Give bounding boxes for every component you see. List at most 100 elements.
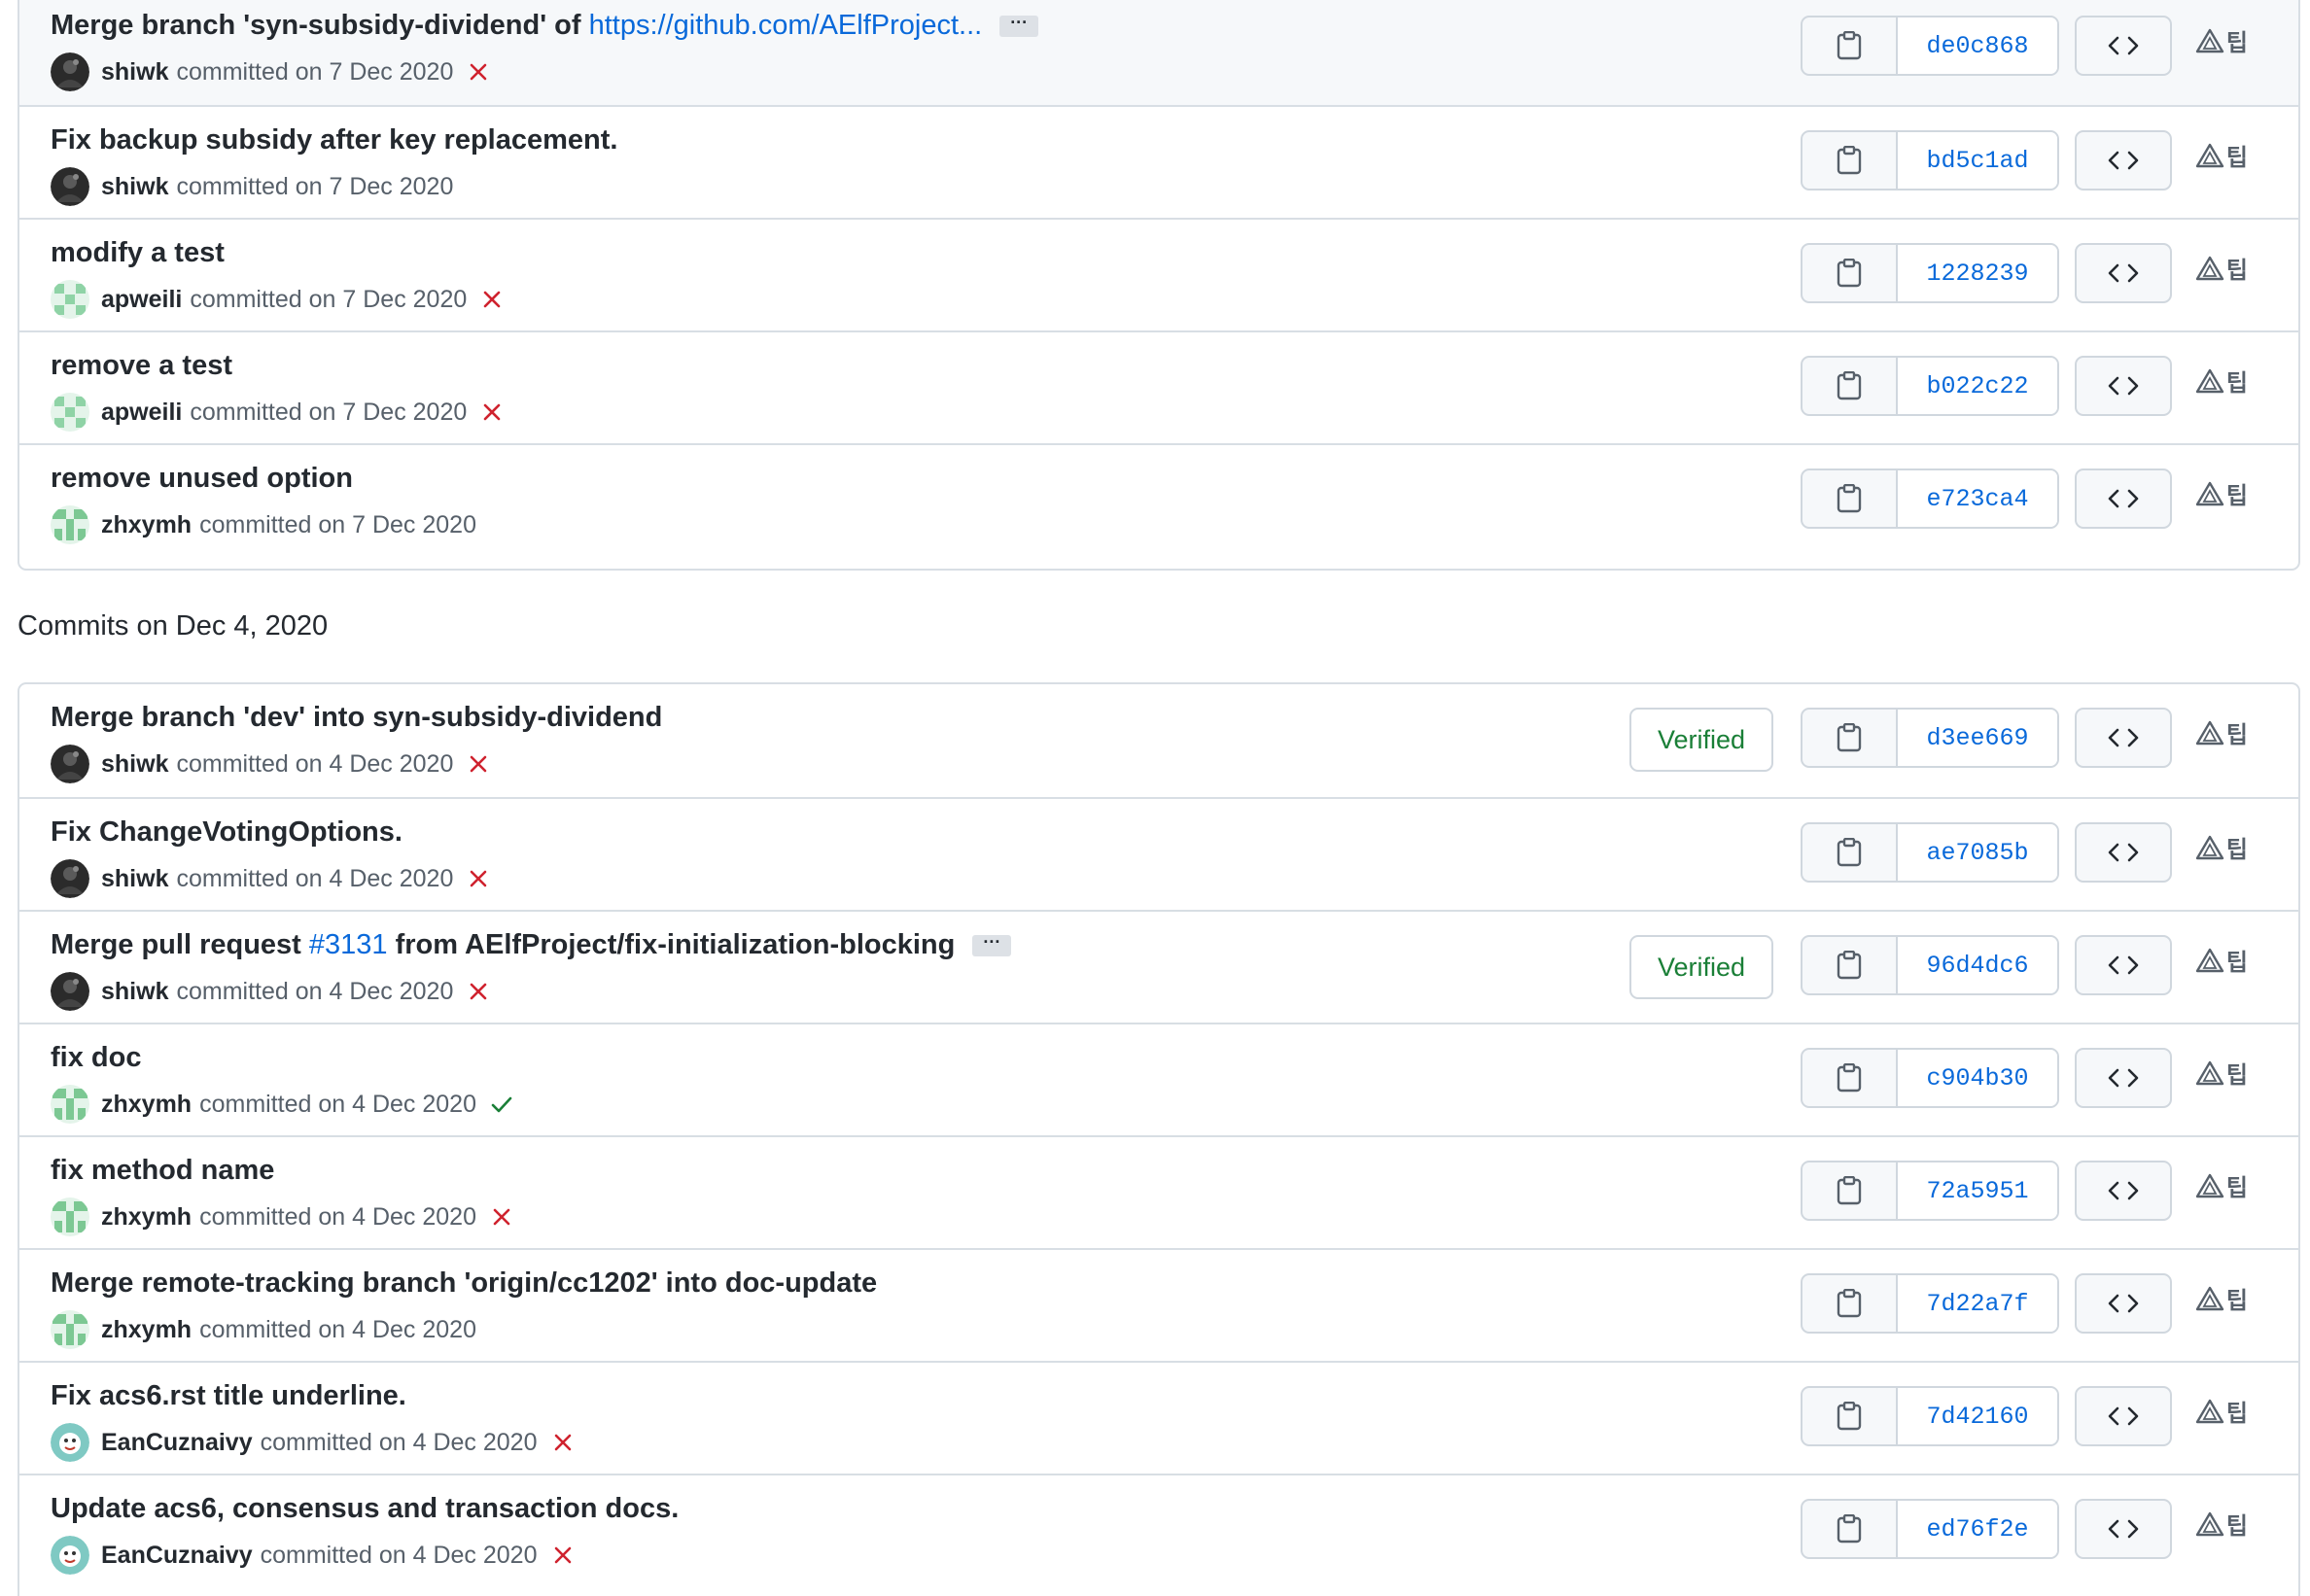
browse-repo-button[interactable] [2075,1386,2172,1446]
commit-title[interactable]: Merge branch 'syn-subsidy-dividend' of [51,10,581,42]
copy-sha-button[interactable] [1802,245,1898,301]
x-icon[interactable] [467,60,490,84]
commit-title[interactable]: Merge branch 'dev' into syn-subsidy-divi… [51,702,662,734]
extension-icon[interactable]: 팁 [2195,23,2248,57]
commit-author[interactable]: zhxymh [101,1316,192,1344]
browse-repo-button[interactable] [2075,1048,2172,1108]
commit-author[interactable]: shiwk [101,173,168,201]
avatar[interactable] [51,1085,89,1124]
commit-sha-link[interactable]: ed76f2e [1898,1501,2057,1557]
copy-sha-button[interactable] [1802,132,1898,189]
commit-title[interactable]: Fix ChangeVotingOptions. [51,816,402,849]
commit-sha-link[interactable]: 96d4dc6 [1898,937,2057,993]
avatar[interactable] [51,1536,89,1575]
commit-title[interactable]: remove a test [51,350,232,382]
copy-sha-button[interactable] [1802,937,1898,993]
pull-request-link[interactable]: #3131 [309,929,388,961]
browse-repo-button[interactable] [2075,935,2172,995]
extension-icon[interactable]: 팁 [2195,364,2248,398]
avatar[interactable] [51,972,89,1011]
x-icon[interactable] [480,400,504,424]
commit-author[interactable]: apweili [101,286,182,314]
browse-repo-button[interactable] [2075,822,2172,883]
commit-title[interactable]: modify a test [51,237,225,269]
commit-sha-link[interactable]: c904b30 [1898,1050,2057,1106]
commit-sha-link[interactable]: de0c868 [1898,17,2057,74]
extension-icon[interactable]: 팁 [2195,943,2248,977]
avatar[interactable] [51,1310,89,1349]
copy-sha-button[interactable] [1802,710,1898,766]
extension-icon[interactable]: 팁 [2195,1168,2248,1202]
commit-author[interactable]: zhxymh [101,511,192,539]
copy-sha-button[interactable] [1802,1050,1898,1106]
browse-repo-button[interactable] [2075,468,2172,529]
x-icon[interactable] [480,288,504,311]
copy-sha-button[interactable] [1802,1501,1898,1557]
extension-icon[interactable]: 팁 [2195,715,2248,749]
copy-sha-button[interactable] [1802,1275,1898,1332]
commit-title-suffix[interactable]: from AElfProject/fix-initialization-bloc… [396,929,956,961]
browse-repo-button[interactable] [2075,1499,2172,1559]
verified-badge[interactable]: Verified [1629,935,1773,999]
commit-author[interactable]: shiwk [101,978,168,1006]
extension-icon[interactable]: 팁 [2195,1507,2248,1541]
commit-title[interactable]: fix method name [51,1155,274,1187]
commit-sha-link[interactable]: e723ca4 [1898,470,2057,527]
x-icon[interactable] [467,980,490,1003]
browse-repo-button[interactable] [2075,243,2172,303]
browse-repo-button[interactable] [2075,1273,2172,1334]
commit-sha-link[interactable]: d3ee669 [1898,710,2057,766]
commit-sha-link[interactable]: b022c22 [1898,358,2057,414]
avatar[interactable] [51,393,89,432]
extension-icon[interactable]: 팁 [2195,1056,2248,1090]
commit-author[interactable]: apweili [101,399,182,427]
commit-sha-link[interactable]: bd5c1ad [1898,132,2057,189]
commit-title[interactable]: fix doc [51,1042,141,1074]
browse-repo-button[interactable] [2075,708,2172,768]
extension-icon[interactable]: 팁 [2195,1394,2248,1428]
browse-repo-button[interactable] [2075,1161,2172,1221]
extension-icon[interactable]: 팁 [2195,251,2248,285]
x-icon[interactable] [551,1544,575,1567]
commit-title[interactable]: Update acs6, consensus and transaction d… [51,1493,679,1525]
copy-sha-button[interactable] [1802,1388,1898,1444]
kebab-horizontal-icon[interactable]: ··· [999,14,1039,37]
commit-sha-link[interactable]: 7d22a7f [1898,1275,2057,1332]
commit-title[interactable]: Fix backup subsidy after key replacement… [51,124,617,156]
commit-author[interactable]: shiwk [101,750,168,779]
extension-icon[interactable]: 팁 [2195,830,2248,864]
copy-sha-button[interactable] [1802,1162,1898,1219]
extension-icon[interactable]: 팁 [2195,138,2248,172]
browse-repo-button[interactable] [2075,130,2172,191]
avatar[interactable] [51,52,89,91]
verified-badge[interactable]: Verified [1629,708,1773,772]
commit-author[interactable]: EanCuznaivy [101,1542,253,1570]
x-icon[interactable] [467,867,490,890]
commit-author[interactable]: shiwk [101,865,168,893]
commit-sha-link[interactable]: 72a5951 [1898,1162,2057,1219]
copy-sha-button[interactable] [1802,17,1898,74]
commit-sha-link[interactable]: 1228239 [1898,245,2057,301]
check-icon[interactable] [490,1093,513,1116]
commit-author[interactable]: EanCuznaivy [101,1429,253,1457]
browse-repo-button[interactable] [2075,356,2172,416]
avatar[interactable] [51,167,89,206]
avatar[interactable] [51,1197,89,1236]
commit-title[interactable]: Merge remote-tracking branch 'origin/cc1… [51,1267,877,1300]
extension-icon[interactable]: 팁 [2195,1281,2248,1315]
commit-sha-link[interactable]: ae7085b [1898,824,2057,881]
commit-title-link[interactable]: https://github.com/AElfProject... [589,10,983,42]
copy-sha-button[interactable] [1802,824,1898,881]
extension-icon[interactable]: 팁 [2195,476,2248,510]
copy-sha-button[interactable] [1802,358,1898,414]
commit-title[interactable]: remove unused option [51,463,353,495]
commit-author[interactable]: zhxymh [101,1203,192,1232]
kebab-horizontal-icon[interactable]: ··· [972,933,1012,956]
x-icon[interactable] [551,1431,575,1454]
x-icon[interactable] [490,1205,513,1229]
commit-title[interactable]: Fix acs6.rst title underline. [51,1380,406,1412]
avatar[interactable] [51,280,89,319]
commit-author[interactable]: shiwk [101,58,168,87]
avatar[interactable] [51,745,89,783]
copy-sha-button[interactable] [1802,470,1898,527]
